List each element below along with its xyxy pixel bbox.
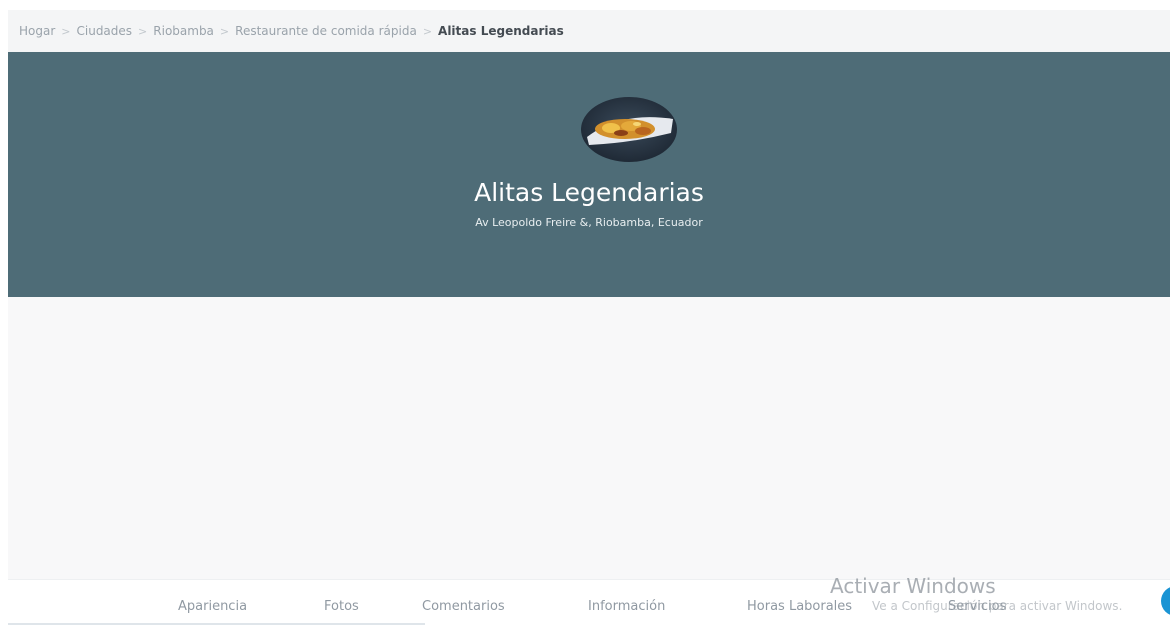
breadcrumb-separator: > (422, 24, 433, 38)
breadcrumb-item-home[interactable]: Hogar (19, 24, 55, 38)
windows-activation-title: Activar Windows (830, 574, 996, 598)
tab-horas-laborales[interactable]: Horas Laborales (747, 599, 852, 614)
profile-header: Alitas Legendarias Av Leopoldo Freire &,… (8, 52, 1170, 297)
breadcrumb-item-cities[interactable]: Ciudades (77, 24, 133, 38)
windows-activation-subtitle: Ve a Configuración para activar Windows. (872, 599, 1123, 613)
tab-informacion[interactable]: Información (588, 599, 665, 614)
business-name: Alitas Legendarias (474, 178, 704, 207)
breadcrumb-item-category[interactable]: Restaurante de comida rápida (235, 24, 417, 38)
breadcrumb-separator: > (138, 24, 148, 38)
breadcrumb-current: Alitas Legendarias (438, 24, 564, 38)
tab-fotos[interactable]: Fotos (324, 599, 359, 614)
business-profile-page: Hogar > Ciudades > Riobamba > Restaurant… (0, 0, 1170, 625)
breadcrumb-separator: > (61, 24, 71, 38)
food-photo-avatar (581, 97, 677, 162)
breadcrumb-item-riobamba[interactable]: Riobamba (153, 24, 214, 38)
tab-apariencia[interactable]: Apariencia (178, 599, 247, 614)
food-photo-icon (581, 97, 677, 162)
breadcrumb: Hogar > Ciudades > Riobamba > Restaurant… (8, 10, 1170, 52)
content-area (8, 297, 1170, 579)
business-address: Av Leopoldo Freire &, Riobamba, Ecuador (475, 216, 703, 229)
breadcrumb-separator: > (219, 24, 230, 38)
tab-comentarios[interactable]: Comentarios (422, 599, 505, 614)
